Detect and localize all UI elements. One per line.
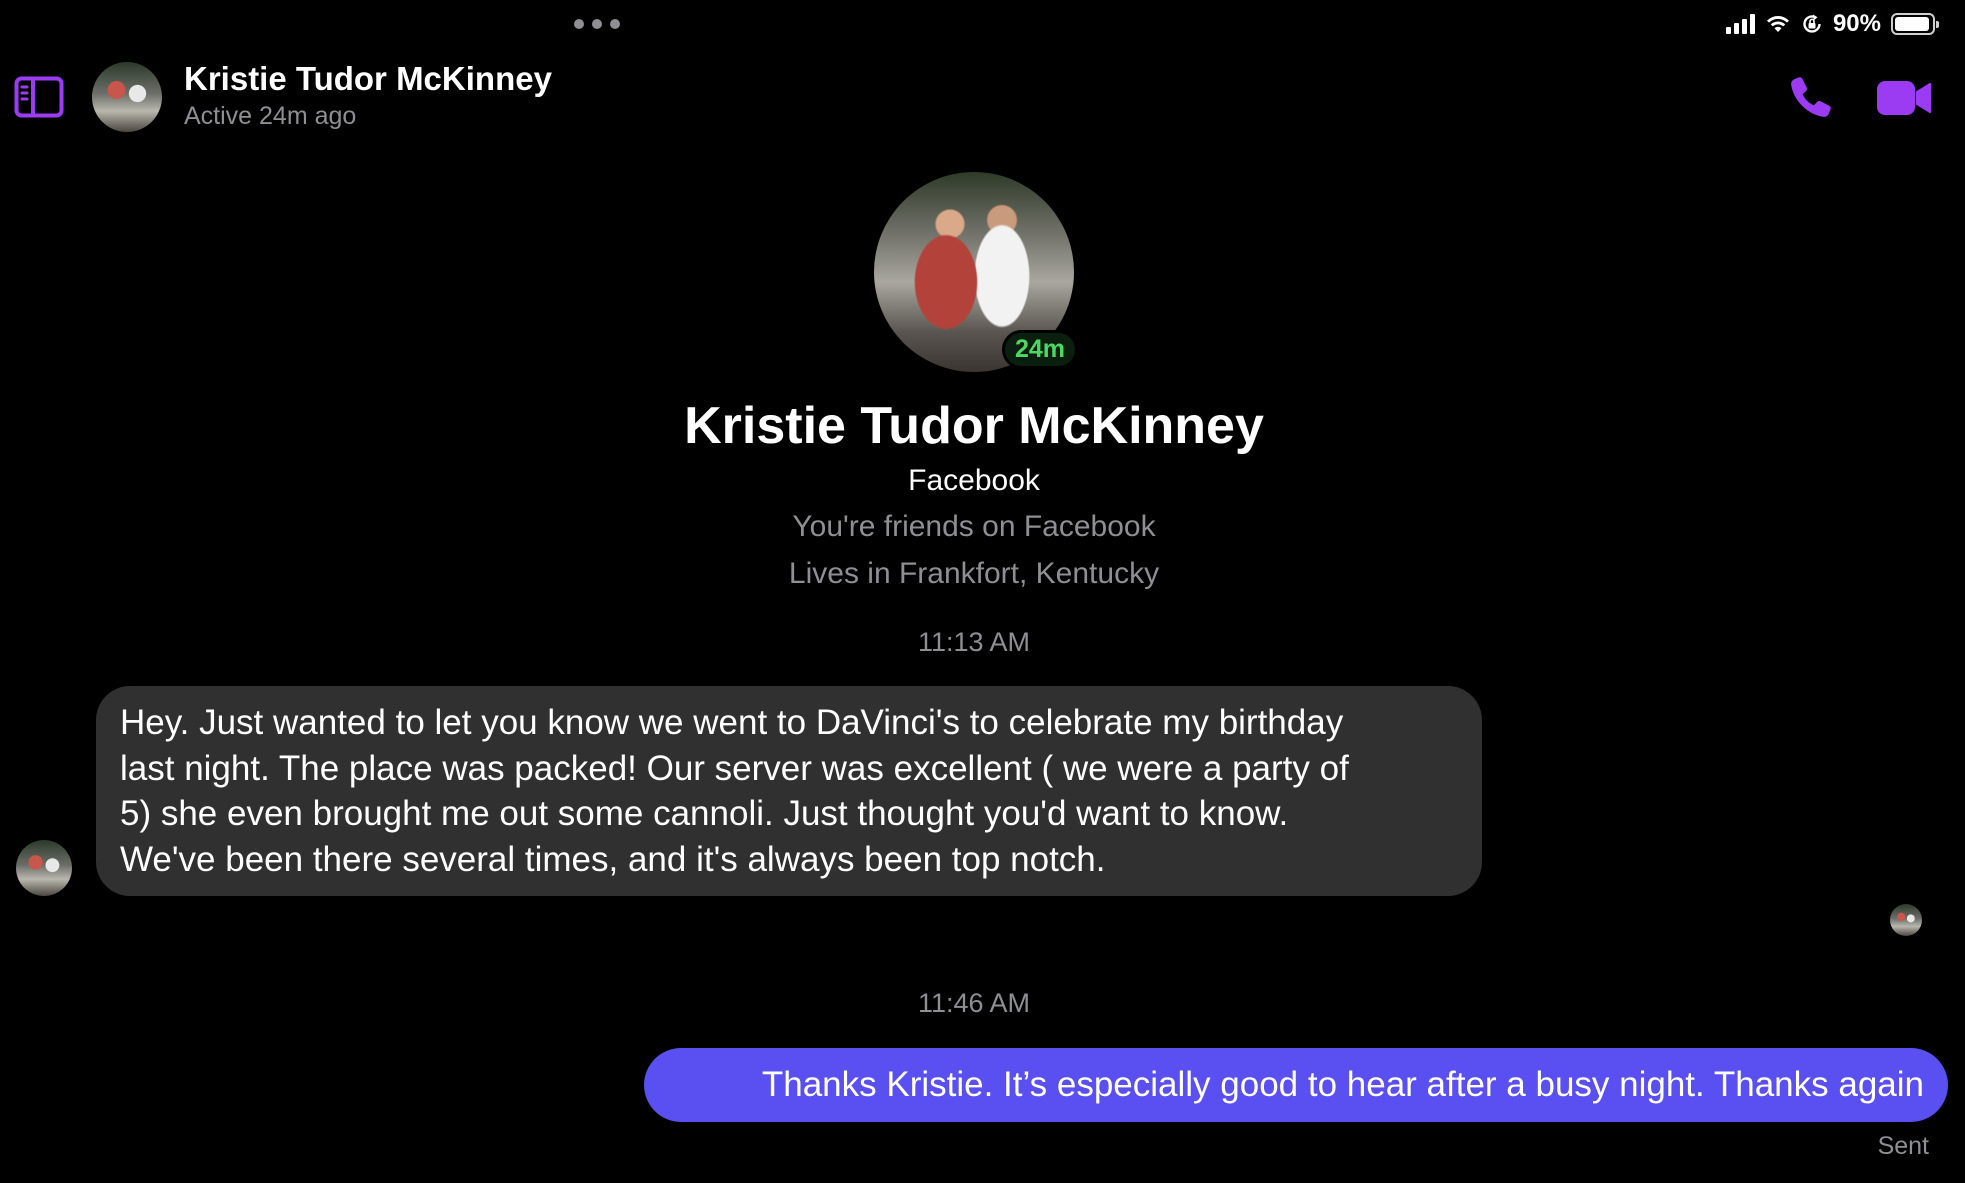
- profile-location: Lives in Frankfort, Kentucky: [788, 557, 1160, 590]
- orientation-lock-icon: [1803, 14, 1821, 33]
- sidebar-toggle-icon[interactable]: [14, 76, 64, 118]
- read-receipt-avatar: [1890, 904, 1922, 936]
- battery-icon: [1891, 13, 1939, 35]
- sent-receipt: Sent: [1877, 1132, 1929, 1160]
- message-timestamp: 11:13 AM: [917, 627, 1031, 657]
- message-line: We've been there several times, and it's…: [120, 839, 1106, 879]
- header-avatar[interactable]: [92, 62, 162, 132]
- message-line: 5) she even brought me out some cannoli.…: [120, 794, 1289, 833]
- battery-percentage: 90%: [1832, 10, 1881, 37]
- message-timestamp: 11:46 AM: [917, 988, 1031, 1018]
- phone-icon[interactable]: [1788, 74, 1834, 120]
- wifi-icon: [1766, 16, 1789, 32]
- message-line: last night. The place was packed! Our se…: [120, 748, 1349, 788]
- outgoing-message-bubble[interactable]: Thanks Kristie. It’s especially good to …: [644, 1048, 1948, 1122]
- active-time-badge: 24m: [1002, 330, 1079, 369]
- video-camera-icon[interactable]: [1876, 78, 1932, 118]
- profile-friend-status: You're friends on Facebook: [792, 510, 1156, 543]
- message-text: Thanks Kristie. It’s especially good to …: [761, 1065, 1924, 1104]
- multitasking-dots-icon[interactable]: [574, 12, 620, 36]
- sender-avatar[interactable]: [16, 840, 72, 896]
- header-contact-name[interactable]: Kristie Tudor McKinney: [184, 60, 552, 98]
- incoming-message-bubble[interactable]: Hey. Just wanted to let you know we went…: [96, 686, 1482, 896]
- cellular-signal-icon: [1725, 14, 1755, 34]
- profile-name: Kristie Tudor McKinney: [684, 397, 1264, 455]
- header-active-status: Active 24m ago: [184, 102, 357, 130]
- profile-source: Facebook: [908, 464, 1040, 497]
- status-bar: 90%: [1725, 8, 1939, 40]
- message-line: Hey. Just wanted to let you know we went…: [120, 703, 1344, 742]
